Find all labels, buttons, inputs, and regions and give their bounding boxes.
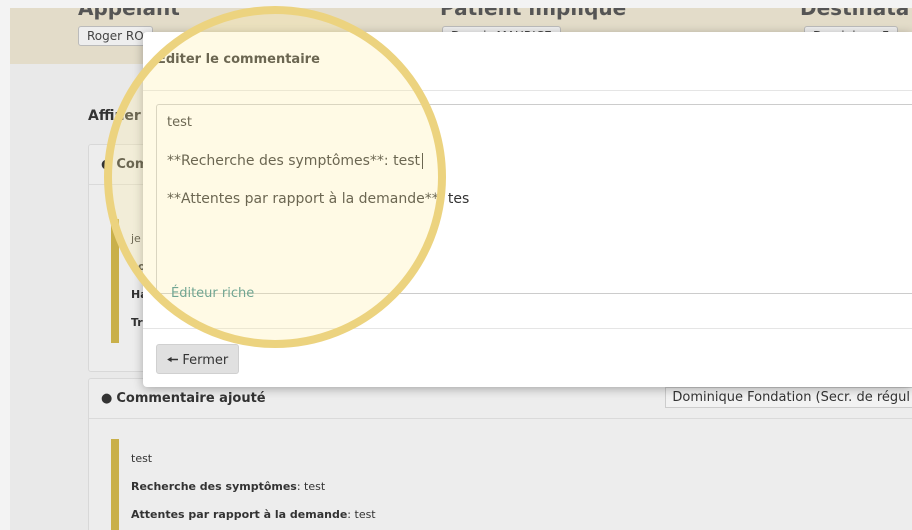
rich-editor-link[interactable]: Éditeur riche [171, 286, 254, 301]
author-badge: Dominique Fondation (Secr. de régul [665, 387, 912, 408]
panel-2-title: Commentaire ajouté [116, 391, 266, 406]
quote-label: Recherche des symptômes [131, 480, 297, 493]
comment-icon: ● [101, 391, 113, 406]
quote-line-symptoms: Recherche des symptômes: test [131, 473, 883, 501]
quote-line-expectations: Attentes par rapport à la demande: test [131, 501, 883, 529]
patient-title: Patient impliqué [440, 8, 627, 20]
caller-title: Appelant [78, 8, 180, 20]
quote-text: test [131, 452, 153, 465]
panel-2-quote: test Recherche des symptômes: test Atten… [111, 439, 895, 530]
comment-icon: ● [101, 157, 113, 172]
close-button[interactable]: 🠔 Fermer [156, 344, 240, 374]
affiner-label: Affiner [88, 108, 141, 124]
comment-editor[interactable]: test **Recherche des symptômes**: test *… [156, 104, 912, 294]
editor-line-2-text[interactable]: **Recherche des symptômes**: test [167, 153, 420, 169]
divider [143, 328, 912, 329]
caller-chip[interactable]: Roger RO [78, 26, 153, 46]
close-button-label: Fermer [182, 353, 229, 368]
recipient-title: Destinata [800, 8, 910, 20]
editor-line-3[interactable]: **Attentes par rapport à la demande**: t… [167, 191, 469, 207]
modal-title: Éditer le commentaire [157, 52, 320, 67]
editor-line-2[interactable]: **Recherche des symptômes**: test [167, 153, 423, 169]
quote-value: : test [296, 480, 326, 493]
quote-label: Attentes par rapport à la demande [131, 508, 348, 521]
text-caret [421, 153, 423, 169]
quote-value: : test [347, 508, 376, 521]
arrow-left-icon: 🠔 [167, 353, 179, 368]
divider [143, 90, 912, 91]
comment-panel-2: ● Commentaire ajouté Dominique Fondation … [88, 378, 912, 530]
editor-line-1[interactable]: test [167, 115, 192, 130]
edit-comment-modal: Éditer le commentaire test **Recherche d… [143, 32, 912, 387]
